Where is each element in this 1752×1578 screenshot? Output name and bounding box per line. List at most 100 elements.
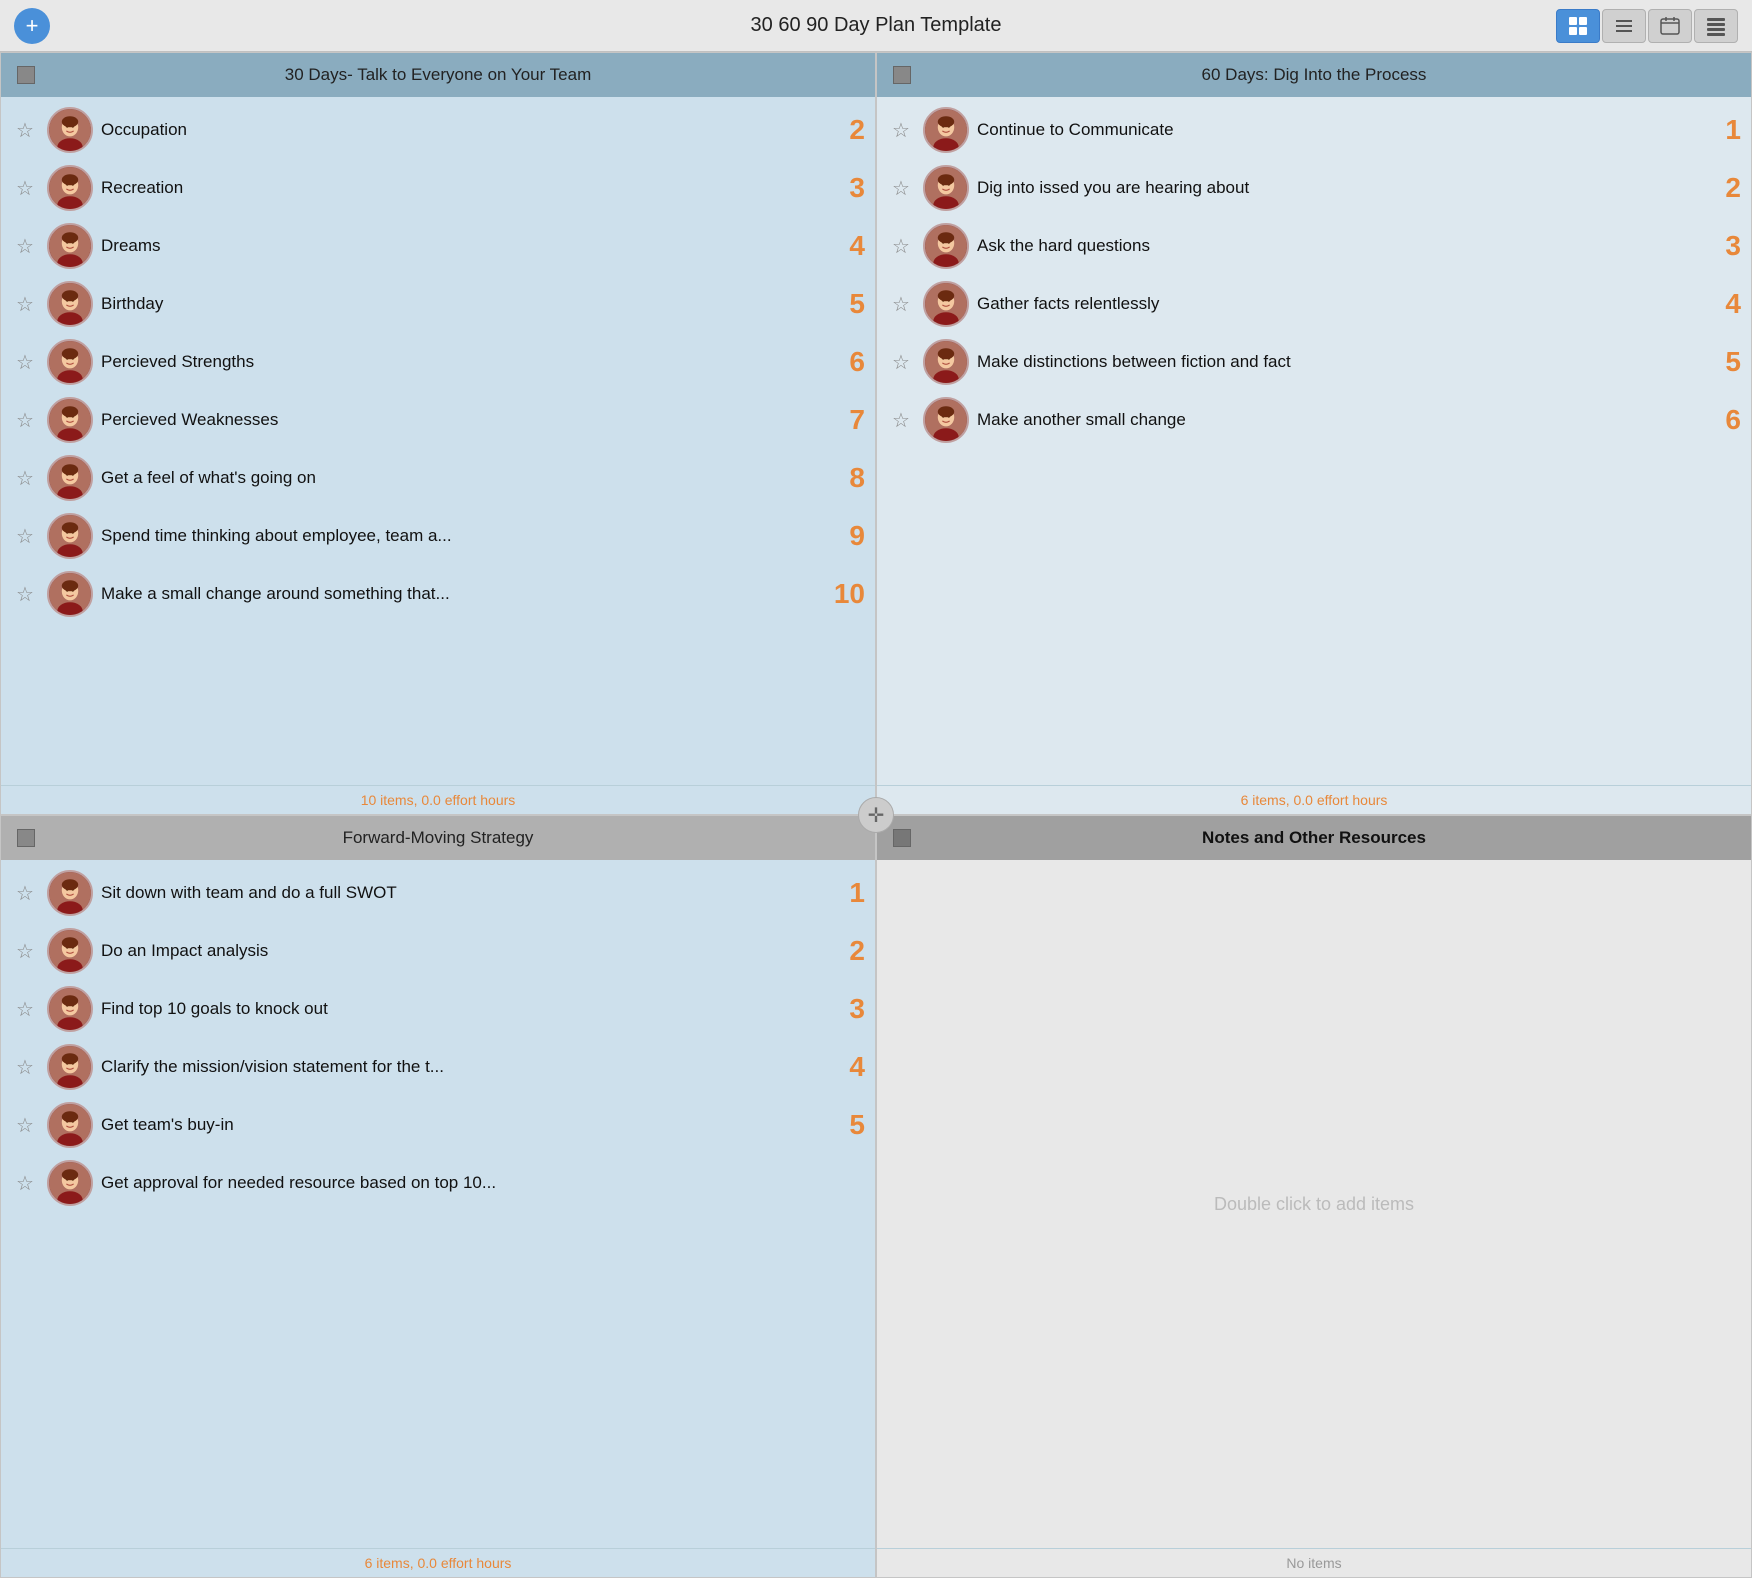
list-item[interactable]: ☆ Percieved Weaknesses7 — [1, 391, 875, 449]
move-icon: ✛ — [868, 803, 885, 828]
quadrant-30days-header: 30 Days- Talk to Everyone on Your Team — [1, 53, 875, 97]
star-icon[interactable]: ☆ — [11, 1169, 39, 1197]
quadrant-strategy: Forward-Moving Strategy ☆ Sit down with … — [0, 815, 876, 1578]
star-icon[interactable]: ☆ — [11, 1053, 39, 1081]
item-label: Spend time thinking about employee, team… — [101, 526, 821, 546]
quadrant-strategy-header: Forward-Moving Strategy — [1, 816, 875, 860]
list-item[interactable]: ☆ Clarify the mission/vision statement f… — [1, 1038, 875, 1096]
list-item[interactable]: ☆ Ask the hard questions3 — [877, 217, 1751, 275]
list-item[interactable]: ☆ Continue to Communicate 1 — [877, 101, 1751, 159]
avatar — [47, 223, 93, 269]
item-label: Make another small change — [977, 410, 1697, 430]
item-number: 9 — [829, 520, 865, 552]
item-label: Gather facts relentlessly — [977, 294, 1697, 314]
detail-view-button[interactable] — [1694, 9, 1738, 43]
list-item[interactable]: ☆ Percieved Strengths6 — [1, 333, 875, 391]
q2-footer: 6 items, 0.0 effort hours — [877, 785, 1751, 814]
item-label: Get a feel of what's going on — [101, 468, 821, 488]
q4-checkbox[interactable] — [893, 829, 911, 847]
star-icon[interactable]: ☆ — [11, 879, 39, 907]
item-label: Birthday — [101, 294, 821, 314]
item-label: Occupation — [101, 120, 821, 140]
q1-checkbox[interactable] — [17, 66, 35, 84]
item-number: 8 — [829, 462, 865, 494]
quadrant-60days-header: 60 Days: Dig Into the Process — [877, 53, 1751, 97]
item-number: 2 — [829, 114, 865, 146]
avatar — [47, 1044, 93, 1090]
grid-icon — [1568, 16, 1588, 36]
star-icon[interactable]: ☆ — [11, 116, 39, 144]
star-icon[interactable]: ☆ — [887, 348, 915, 376]
q4-footer: No items — [877, 1548, 1751, 1577]
list-item[interactable]: ☆ Do an Impact analysis2 — [1, 922, 875, 980]
item-label: Find top 10 goals to knock out — [101, 999, 821, 1019]
star-icon[interactable]: ☆ — [887, 174, 915, 202]
avatar — [47, 1102, 93, 1148]
quadrant-notes-header: Notes and Other Resources — [877, 816, 1751, 860]
item-label: Get team's buy-in — [101, 1115, 821, 1135]
star-icon[interactable]: ☆ — [11, 1111, 39, 1139]
q4-body[interactable]: Double click to add items — [877, 860, 1751, 1548]
list-item[interactable]: ☆ Make distinctions between fiction and … — [877, 333, 1751, 391]
calendar-icon — [1660, 16, 1680, 36]
grid-view-button[interactable] — [1556, 9, 1600, 43]
add-button[interactable]: + — [14, 8, 50, 44]
title-bar: + 30 60 90 Day Plan Template — [0, 0, 1752, 52]
avatar — [47, 870, 93, 916]
list-item[interactable]: ☆ Dreams4 — [1, 217, 875, 275]
item-label: Percieved Strengths — [101, 352, 821, 372]
list-item[interactable]: ☆ Get a feel of what's going on 8 — [1, 449, 875, 507]
list-item[interactable]: ☆ Recreation3 — [1, 159, 875, 217]
avatar — [47, 513, 93, 559]
quadrant-60days: 60 Days: Dig Into the Process ☆ Continue… — [876, 52, 1752, 815]
star-icon[interactable]: ☆ — [11, 290, 39, 318]
item-label: Clarify the mission/vision statement for… — [101, 1057, 821, 1077]
avatar — [923, 107, 969, 153]
star-icon[interactable]: ☆ — [11, 937, 39, 965]
star-icon[interactable]: ☆ — [11, 522, 39, 550]
list-item[interactable]: ☆ Spend time thinking about employee, te… — [1, 507, 875, 565]
star-icon[interactable]: ☆ — [887, 290, 915, 318]
list-view-button[interactable] — [1602, 9, 1646, 43]
item-label: Get approval for needed resource based o… — [101, 1173, 821, 1193]
toolbar — [1556, 9, 1738, 43]
item-number: 4 — [829, 230, 865, 262]
star-icon[interactable]: ☆ — [887, 116, 915, 144]
avatar — [47, 455, 93, 501]
star-icon[interactable]: ☆ — [887, 406, 915, 434]
star-icon[interactable]: ☆ — [11, 464, 39, 492]
notes-placeholder: Double click to add items — [1214, 1194, 1414, 1215]
list-item[interactable]: ☆ Make a small change around something t… — [1, 565, 875, 623]
item-number: 1 — [1705, 114, 1741, 146]
star-icon[interactable]: ☆ — [887, 232, 915, 260]
list-item[interactable]: ☆ Occupation 2 — [1, 101, 875, 159]
list-item[interactable]: ☆ Get approval for needed resource based… — [1, 1154, 875, 1212]
calendar-view-button[interactable] — [1648, 9, 1692, 43]
list-icon — [1614, 16, 1634, 36]
list-item[interactable]: ☆ Dig into issed you are hearing about2 — [877, 159, 1751, 217]
item-number: 3 — [829, 993, 865, 1025]
quadrant-notes: Notes and Other Resources Double click t… — [876, 815, 1752, 1578]
item-number: 3 — [829, 172, 865, 204]
list-item[interactable]: ☆ Make another small change6 — [877, 391, 1751, 449]
item-label: Dig into issed you are hearing about — [977, 178, 1697, 198]
list-item[interactable]: ☆ Birthday5 — [1, 275, 875, 333]
star-icon[interactable]: ☆ — [11, 174, 39, 202]
app-title: 30 60 90 Day Plan Template — [751, 14, 1002, 37]
list-item[interactable]: ☆ Get team's buy-in5 — [1, 1096, 875, 1154]
star-icon[interactable]: ☆ — [11, 232, 39, 260]
star-icon[interactable]: ☆ — [11, 995, 39, 1023]
list-item[interactable]: ☆ Gather facts relentlessly4 — [877, 275, 1751, 333]
grid-divider-handle[interactable]: ✛ — [858, 797, 894, 833]
q3-checkbox[interactable] — [17, 829, 35, 847]
list-item[interactable]: ☆ Sit down with team and do a full SWOT1 — [1, 864, 875, 922]
q2-body: ☆ Continue to Communicate 1 ☆ Dig into iss… — [877, 97, 1751, 785]
q2-checkbox[interactable] — [893, 66, 911, 84]
list-item[interactable]: ☆ Find top 10 goals to knock out 3 — [1, 980, 875, 1038]
item-number: 3 — [1705, 230, 1741, 262]
item-label: Continue to Communicate — [977, 120, 1697, 140]
star-icon[interactable]: ☆ — [11, 580, 39, 608]
star-icon[interactable]: ☆ — [11, 348, 39, 376]
star-icon[interactable]: ☆ — [11, 406, 39, 434]
avatar — [47, 1160, 93, 1206]
